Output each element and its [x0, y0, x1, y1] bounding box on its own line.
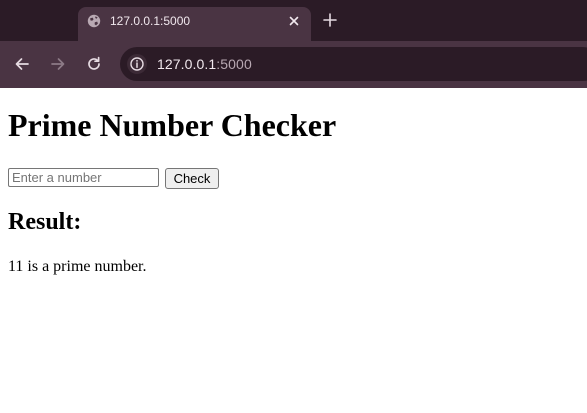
page-title: Prime Number Checker — [8, 107, 337, 143]
address-bar[interactable]: 127.0.0.1:5000 — [120, 47, 587, 81]
arrow-left-icon[interactable] — [13, 55, 31, 73]
url-host: 127.0.0.1 — [157, 56, 217, 72]
close-icon[interactable] — [288, 15, 300, 27]
url-text: 127.0.0.1:5000 — [157, 56, 252, 72]
plus-icon[interactable] — [322, 12, 338, 28]
info-icon — [130, 57, 144, 71]
result-heading: Result: — [8, 209, 82, 235]
tab-title: 127.0.0.1:5000 — [110, 14, 191, 28]
browser-tab[interactable]: 127.0.0.1:5000 — [78, 7, 311, 41]
page-content: Prime Number Checker Check Result: 11 is… — [0, 88, 587, 413]
browser-toolbar: 127.0.0.1:5000 — [0, 41, 587, 88]
check-button[interactable]: Check — [165, 168, 219, 189]
site-info-button[interactable] — [127, 54, 147, 74]
number-input[interactable] — [8, 168, 159, 187]
tab-strip: 127.0.0.1:5000 — [0, 0, 587, 41]
globe-icon — [87, 14, 101, 28]
url-port: :5000 — [216, 56, 252, 72]
arrow-right-icon[interactable] — [49, 55, 67, 73]
browser-window: 127.0.0.1:5000 127.0.0.1:5000 Prime Numb… — [0, 0, 587, 413]
reload-icon[interactable] — [85, 55, 103, 73]
result-text: 11 is a prime number. — [8, 258, 147, 275]
